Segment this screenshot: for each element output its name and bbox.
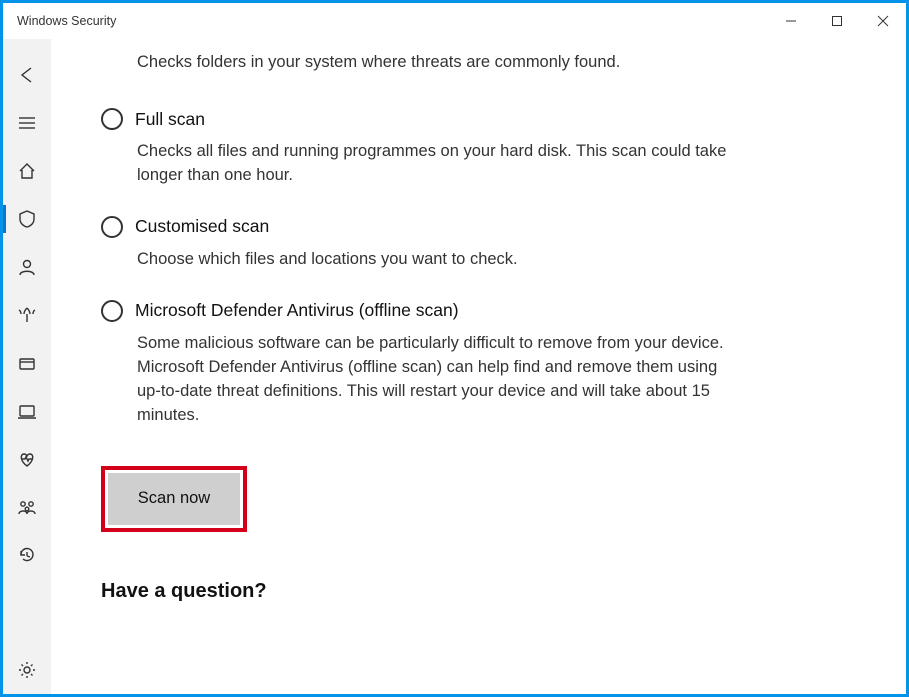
account-icon <box>17 257 37 277</box>
scan-option-offline-desc: Some malicious software can be particula… <box>137 332 727 428</box>
close-icon <box>877 15 889 27</box>
radio-icon <box>101 108 123 130</box>
back-arrow-icon <box>17 65 37 85</box>
scan-now-button[interactable]: Scan now <box>108 473 240 525</box>
scan-option-full-desc: Checks all files and running programmes … <box>137 140 727 188</box>
scan-option-full: Full scan Checks all files and running p… <box>101 108 866 188</box>
radio-icon <box>101 216 123 238</box>
nav-account-protection[interactable] <box>3 243 51 291</box>
nav-menu[interactable] <box>3 99 51 147</box>
nav-family-options[interactable] <box>3 483 51 531</box>
minimize-button[interactable] <box>768 3 814 39</box>
nav-home[interactable] <box>3 147 51 195</box>
close-button[interactable] <box>860 3 906 39</box>
heart-pulse-icon <box>17 449 37 469</box>
titlebar: Windows Security <box>3 3 906 39</box>
main-content: Checks folders in your system where thre… <box>51 39 906 694</box>
hamburger-icon <box>17 113 37 133</box>
firewall-icon <box>17 305 37 325</box>
device-security-icon <box>17 401 37 421</box>
gear-icon <box>17 660 37 680</box>
maximize-button[interactable] <box>814 3 860 39</box>
app-browser-icon <box>17 353 37 373</box>
scan-option-custom-head[interactable]: Customised scan <box>101 216 866 238</box>
nav-protection-history[interactable] <box>3 531 51 579</box>
nav-app-browser[interactable] <box>3 339 51 387</box>
sidebar <box>3 39 51 694</box>
home-icon <box>17 161 37 181</box>
window-title: Windows Security <box>17 14 116 28</box>
family-icon <box>17 497 37 517</box>
radio-icon <box>101 300 123 322</box>
scan-option-offline: Microsoft Defender Antivirus (offline sc… <box>101 300 866 428</box>
scan-now-highlight: Scan now <box>101 466 247 532</box>
previous-option-description: Checks folders in your system where thre… <box>137 51 866 74</box>
scan-option-offline-title: Microsoft Defender Antivirus (offline sc… <box>135 300 459 321</box>
windows-security-window: Windows Security <box>0 0 909 697</box>
scan-option-offline-head[interactable]: Microsoft Defender Antivirus (offline sc… <box>101 300 866 322</box>
shield-icon <box>17 209 37 229</box>
scan-option-custom-desc: Choose which files and locations you wan… <box>137 248 727 272</box>
nav-virus-protection[interactable] <box>3 195 51 243</box>
history-icon <box>17 545 37 565</box>
maximize-icon <box>831 15 843 27</box>
have-a-question-heading: Have a question? <box>101 580 866 603</box>
scan-option-full-title: Full scan <box>135 109 205 130</box>
minimize-icon <box>785 15 797 27</box>
nav-firewall[interactable] <box>3 291 51 339</box>
scan-option-full-head[interactable]: Full scan <box>101 108 866 130</box>
nav-device-security[interactable] <box>3 387 51 435</box>
scan-option-custom: Customised scan Choose which files and l… <box>101 216 866 272</box>
nav-back[interactable] <box>3 51 51 99</box>
nav-settings[interactable] <box>3 646 51 694</box>
nav-device-performance[interactable] <box>3 435 51 483</box>
scan-option-custom-title: Customised scan <box>135 216 269 237</box>
